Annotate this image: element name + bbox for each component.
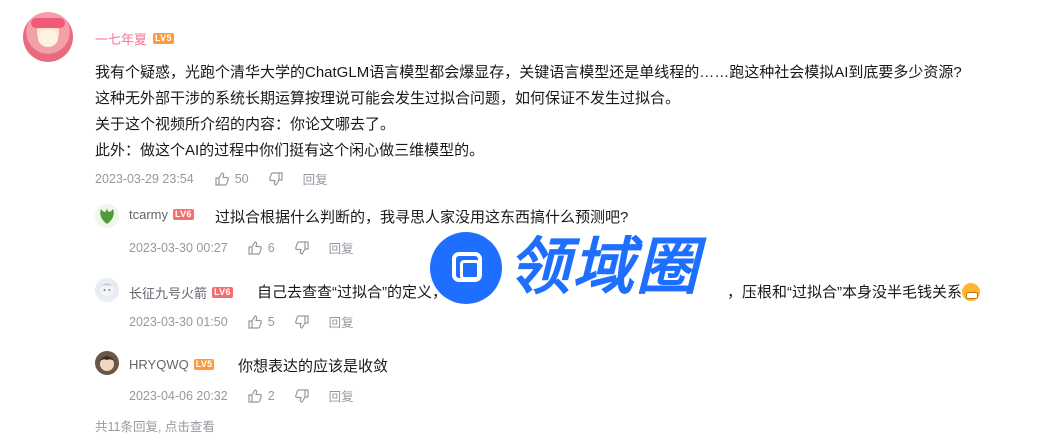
level-badge: LV5 [153, 33, 174, 44]
watermark: 领域圈 [430, 230, 750, 306]
reply-time: 2023-04-06 20:32 [129, 388, 228, 403]
user-avatar[interactable] [23, 12, 73, 62]
reply-username[interactable]: HRYQWQ [129, 357, 189, 372]
reply-avatar[interactable] [95, 278, 119, 302]
reply-username[interactable]: 长征九号火箭 [129, 283, 207, 302]
reply-username[interactable]: tcarmy [129, 207, 168, 222]
reply-meta: 2023-03-30 00:27 6 回复 [129, 238, 354, 257]
like-icon[interactable] [215, 171, 229, 186]
dislike-icon[interactable] [268, 171, 283, 186]
reply-text: 过拟合根据什么判断的，我寻思人家没用这东西搞什么预测吧? [215, 209, 629, 226]
reply-text-end: ，压根和“过拟合”本身没半毛钱关系 [727, 281, 980, 302]
reply-header: tcarmy LV6 [129, 207, 194, 222]
watermark-logo-icon [430, 232, 502, 304]
comment-line: 此外：做这个AI的过程中你们挺有这个闲心做三维模型的。 [95, 142, 485, 159]
view-more-replies[interactable]: 共11条回复, 点击查看 [95, 416, 215, 435]
reply-text: 你想表达的应该是收敛 [238, 358, 389, 375]
reply-button[interactable]: 回复 [329, 238, 354, 257]
reply-text-end-content: ，压根和“过拟合”本身没半毛钱关系 [727, 284, 962, 301]
reply-text-start: 自己去查查“过拟合”的定义， [257, 284, 447, 301]
like-icon[interactable] [248, 314, 262, 329]
level-badge: LV6 [212, 287, 233, 298]
comment-body: 我有个疑惑，光跑个清华大学的ChatGLM语言模型都会爆显存，关键语言模型还是单… [95, 60, 1045, 164]
comment-line: 关于这个视频所介绍的内容：你论文哪去了。 [95, 116, 396, 133]
comment-line: 这种无外部干涉的系统长期运算按理说可能会发生过拟合问题，如何保证不发生过拟合。 [95, 90, 681, 107]
reply-button[interactable]: 回复 [303, 169, 328, 188]
dislike-icon[interactable] [294, 388, 309, 403]
level-badge: LV5 [193, 359, 215, 370]
reply-button[interactable]: 回复 [329, 386, 354, 405]
like-count: 6 [267, 240, 275, 255]
like-count: 50 [234, 171, 249, 186]
reply-avatar[interactable] [95, 204, 119, 228]
reply-time: 2023-03-30 00:27 [129, 240, 228, 255]
dislike-icon[interactable] [294, 240, 309, 255]
reply-meta: 2023-03-30 01:50 5 回复 [129, 312, 354, 331]
watermark-text: 领域圈 [508, 233, 701, 302]
like-icon[interactable] [248, 240, 262, 255]
reply-meta: 2023-04-06 20:32 2 回复 [129, 386, 354, 405]
grin-emoji-icon [962, 282, 980, 301]
username[interactable]: 一七年夏 [95, 29, 147, 48]
like-count: 2 [267, 388, 275, 403]
dislike-icon[interactable] [294, 314, 309, 329]
reply-time: 2023-03-30 01:50 [129, 314, 228, 329]
comment-meta: 2023-03-29 23:54 50 回复 [95, 169, 328, 188]
like-icon[interactable] [248, 388, 262, 403]
reply-header: 长征九号火箭 LV6 [129, 283, 233, 302]
reply-avatar[interactable] [95, 351, 119, 375]
reply-button[interactable]: 回复 [329, 312, 354, 331]
comment-line: 我有个疑惑，光跑个清华大学的ChatGLM语言模型都会爆显存，关键语言模型还是单… [95, 64, 962, 81]
reply-header: HRYQWQ LV5 [129, 357, 215, 372]
comment-time: 2023-03-29 23:54 [95, 171, 194, 186]
level-badge: LV6 [173, 209, 194, 220]
like-count: 5 [267, 314, 275, 329]
comment-header: 一七年夏 LV5 [95, 29, 174, 48]
